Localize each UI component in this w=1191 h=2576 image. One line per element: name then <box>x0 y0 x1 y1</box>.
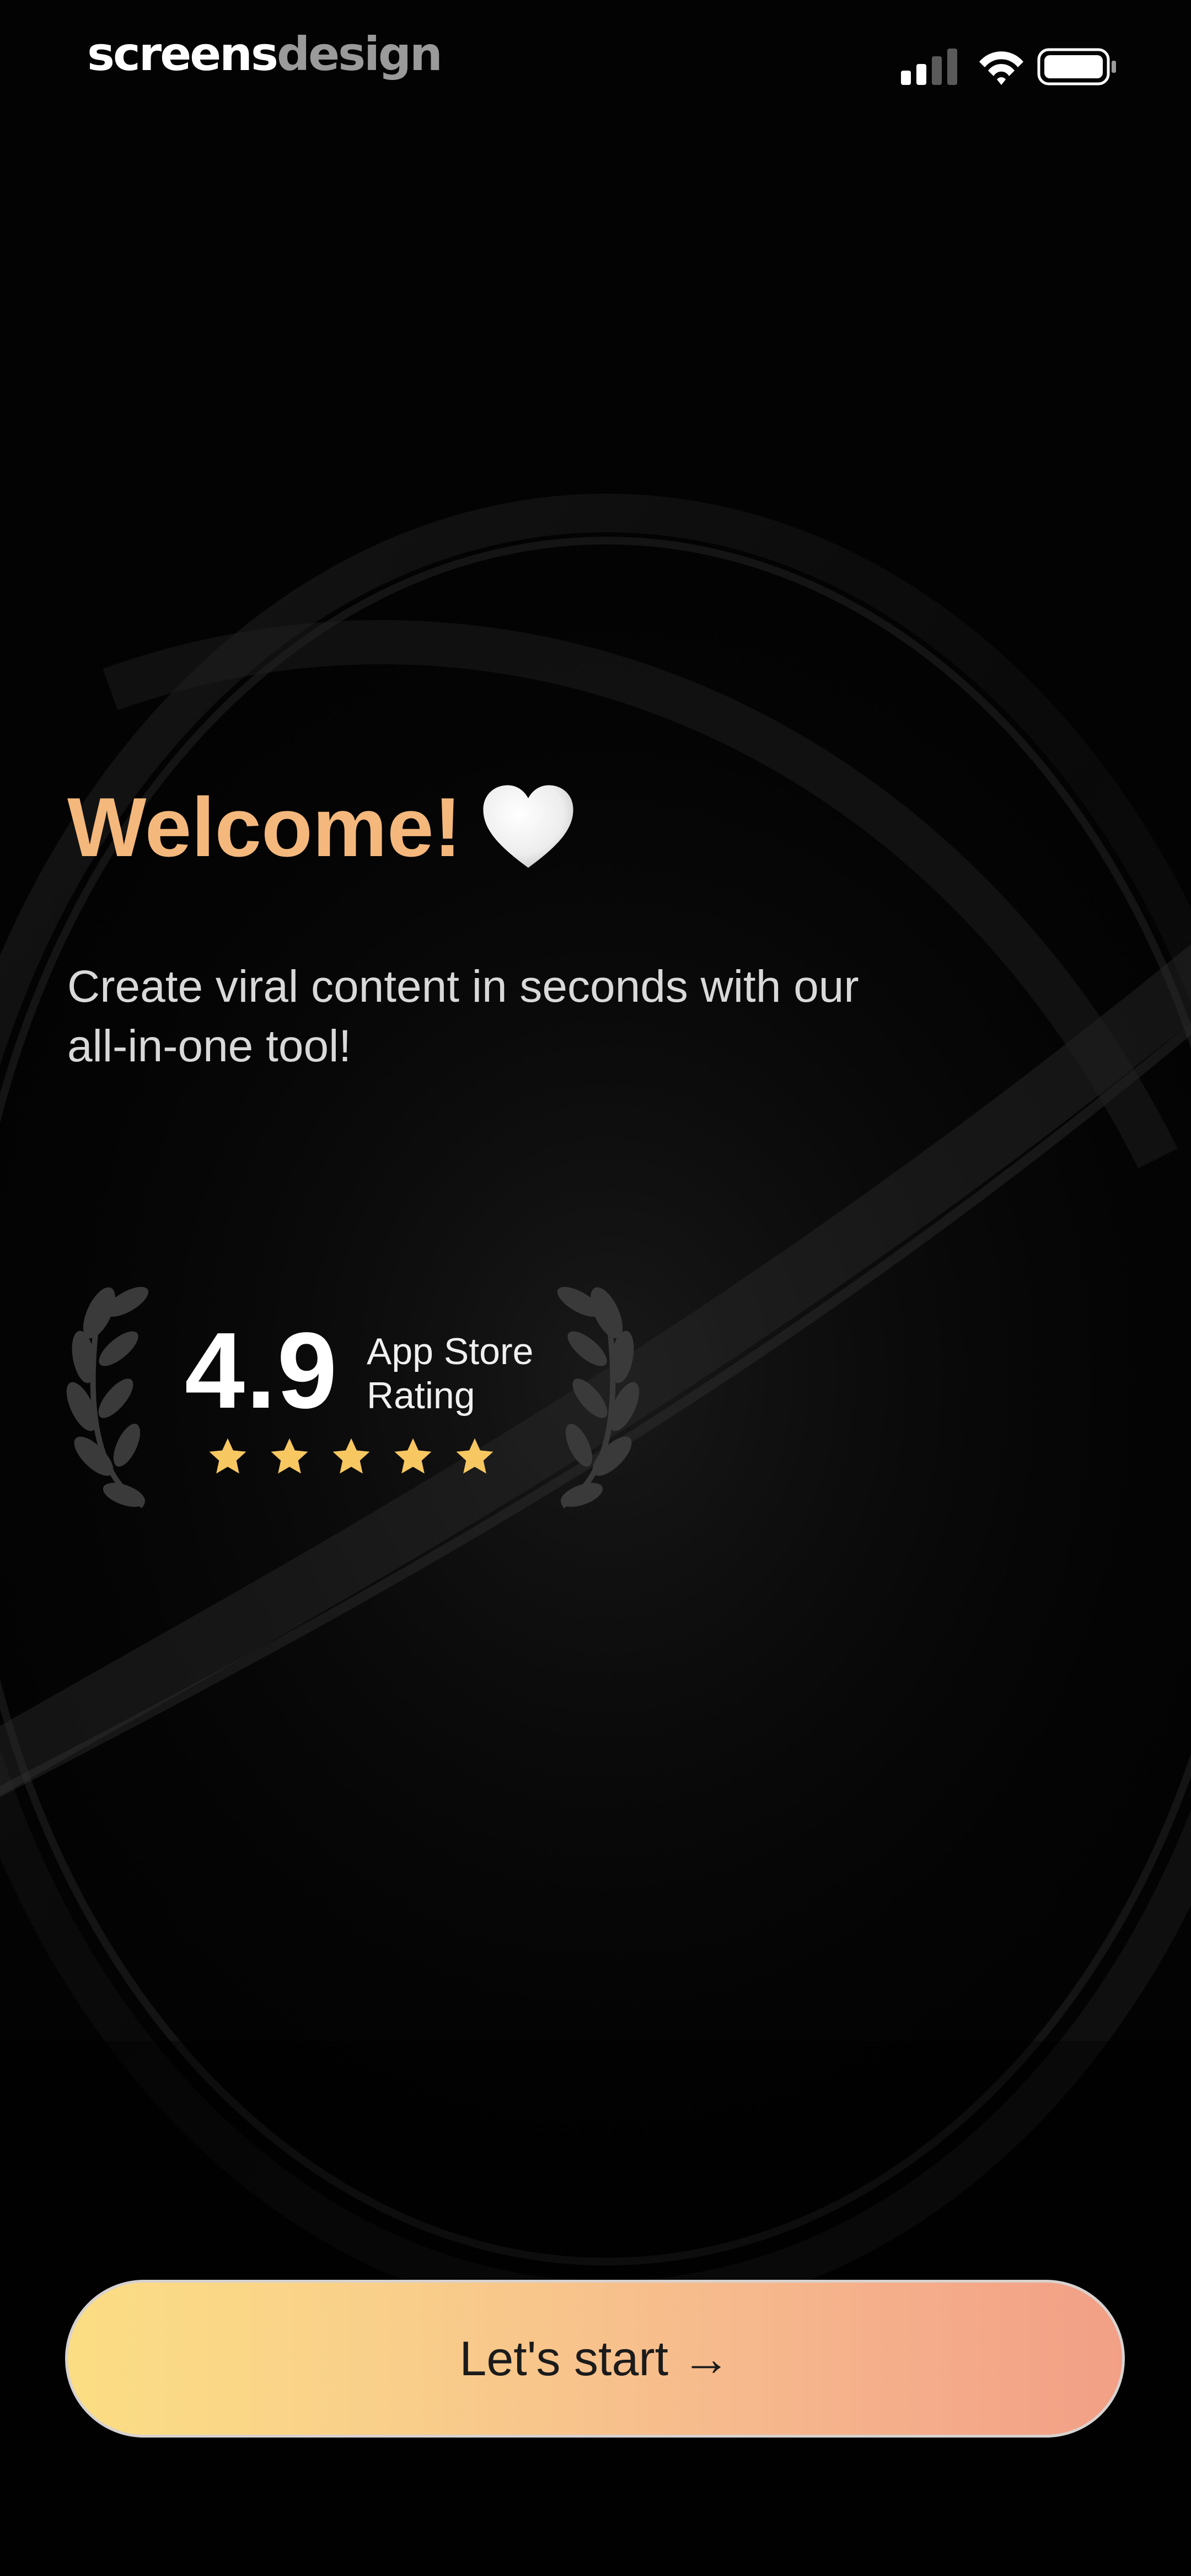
lets-start-button[interactable]: Let's start → <box>65 2280 1125 2438</box>
welcome-screen: screensdesign Welcome! Create viral cont… <box>0 0 1191 2576</box>
brand-secondary-text: design <box>276 27 443 81</box>
rating-stars <box>205 1434 558 1484</box>
white-heart-icon <box>483 785 573 868</box>
rating-label: App Store Rating <box>367 1329 598 1418</box>
wifi-icon <box>979 51 1023 85</box>
star-icon <box>394 1438 432 1474</box>
welcome-subtitle: Create viral content in seconds with our… <box>67 961 859 1071</box>
app-store-rating-badge: 4.9 App Store Rating <box>61 1269 645 1533</box>
rating-label-line1: App Store <box>367 1330 534 1372</box>
laurel-left-icon <box>66 1287 149 1509</box>
status-icons <box>901 48 1116 85</box>
star-icon <box>271 1438 308 1474</box>
star-icon <box>332 1438 370 1474</box>
cellular-signal-icon <box>901 49 957 85</box>
brand-primary-text: screens <box>87 27 278 81</box>
welcome-title-text: Welcome! <box>67 781 462 874</box>
welcome-title: Welcome! <box>67 775 575 880</box>
rating-value: 4.9 <box>185 1310 339 1431</box>
status-bar: screensdesign <box>0 0 1191 127</box>
star-icon <box>209 1438 246 1474</box>
battery-icon <box>1037 48 1116 85</box>
rating-label-line2: Rating <box>367 1375 475 1417</box>
star-icon <box>456 1438 493 1474</box>
brand-watermark: screensdesign <box>87 21 443 87</box>
lets-start-label: Let's start → <box>459 2331 731 2386</box>
